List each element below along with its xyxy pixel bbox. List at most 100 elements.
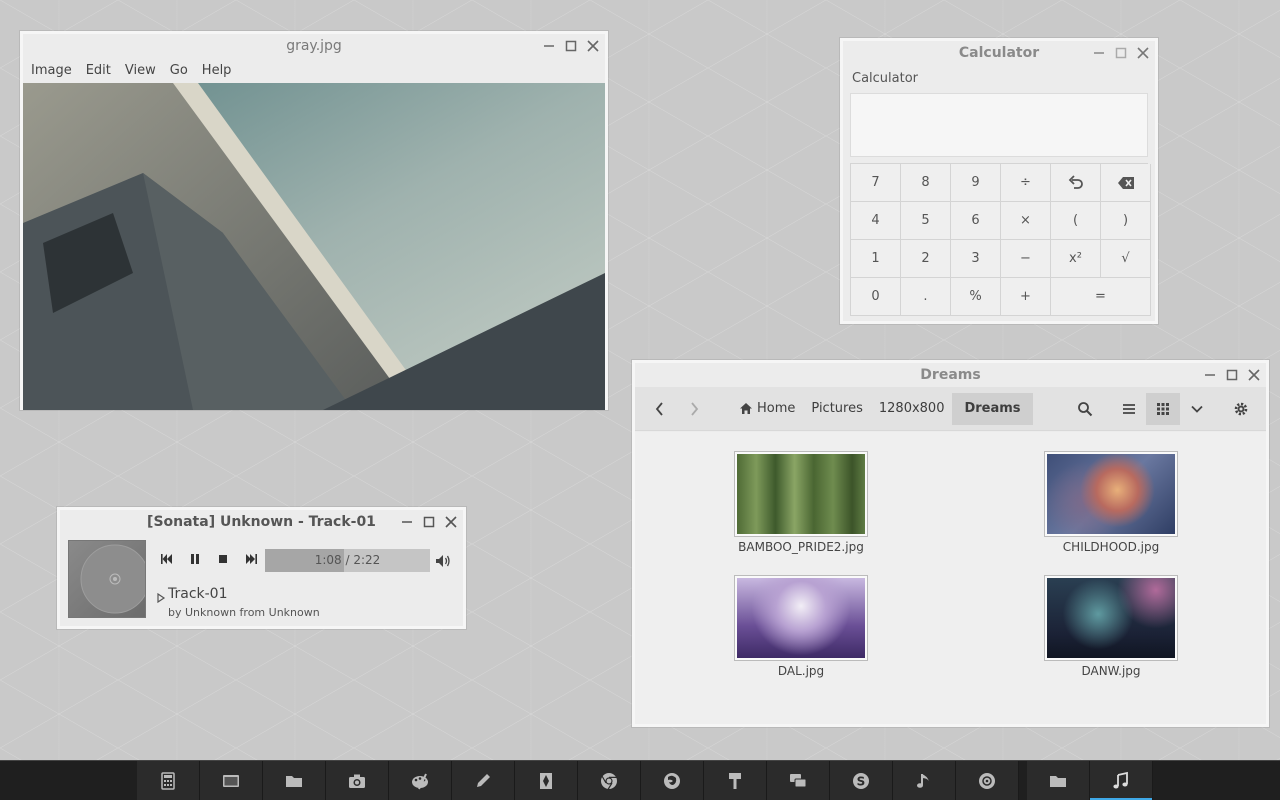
settings-button[interactable]: [1224, 393, 1258, 425]
key-7[interactable]: 7: [851, 164, 901, 202]
firefox-icon: [664, 772, 680, 789]
viewer-titlebar[interactable]: gray.jpg: [23, 34, 605, 58]
taskbar-item-pencil[interactable]: [452, 761, 515, 800]
file-thumbnail: [735, 452, 867, 536]
taskbar-item-skype[interactable]: S: [830, 761, 893, 800]
file-name: CHILDHOOD.jpg: [1062, 540, 1160, 554]
undo-button[interactable]: [1051, 164, 1101, 202]
calc-mode-label: Calculator: [852, 71, 919, 86]
track-title: Track-01: [168, 586, 228, 602]
crumb-resolution[interactable]: 1280x800: [871, 393, 953, 425]
maximize-icon[interactable]: [421, 514, 437, 530]
key-percent[interactable]: %: [951, 278, 1001, 316]
forward-button[interactable]: [677, 394, 711, 424]
key-equals[interactable]: =: [1051, 278, 1151, 316]
file-item[interactable]: BAMBOO_PRIDE2.jpg: [721, 452, 881, 554]
key-close-paren[interactable]: ): [1101, 202, 1151, 240]
taskbar-item-chat[interactable]: [767, 761, 830, 800]
minimize-icon[interactable]: [399, 514, 415, 530]
menu-view[interactable]: View: [125, 63, 156, 78]
search-button[interactable]: [1068, 393, 1102, 425]
album-cover: [68, 540, 150, 618]
taskbar-item-paint[interactable]: [389, 761, 452, 800]
expand-triangle-icon[interactable]: [156, 593, 166, 603]
minimize-icon[interactable]: [1202, 367, 1218, 383]
crumb-home[interactable]: Home: [731, 393, 803, 425]
close-icon[interactable]: [1246, 367, 1262, 383]
taskbar-item-calculator[interactable]: [137, 761, 200, 800]
paint-icon: [412, 773, 428, 789]
key-4[interactable]: 4: [851, 202, 901, 240]
taskbar-item-brush[interactable]: [704, 761, 767, 800]
taskbar-item-folder[interactable]: [1027, 761, 1090, 800]
volume-icon: [436, 555, 450, 567]
close-icon[interactable]: [443, 514, 459, 530]
pause-icon: [191, 554, 199, 564]
taskbar-item-terminal[interactable]: [200, 761, 263, 800]
file-item[interactable]: CHILDHOOD.jpg: [1031, 452, 1191, 554]
music-player-window: [Sonata] Unknown - Track-01 1:08 / 2:22 …: [57, 507, 466, 629]
viewer-title: gray.jpg: [286, 38, 342, 54]
next-track-button[interactable]: [240, 548, 262, 570]
calc-display[interactable]: [850, 93, 1148, 157]
key-8[interactable]: 8: [901, 164, 951, 202]
close-icon[interactable]: [585, 38, 601, 54]
taskbar-item-camera[interactable]: [326, 761, 389, 800]
view-options-button[interactable]: [1180, 393, 1214, 425]
close-icon[interactable]: [1135, 45, 1151, 61]
seek-bar[interactable]: 1:08 / 2:22: [265, 549, 430, 572]
file-name: DAL.jpg: [777, 664, 825, 678]
file-grid: BAMBOO_PRIDE2.jpg CHILDHOOD.jpg DAL.jpg …: [635, 432, 1266, 724]
minimize-icon[interactable]: [541, 38, 557, 54]
key-sqrt[interactable]: √: [1101, 240, 1151, 278]
key-add[interactable]: +: [1001, 278, 1051, 316]
menu-help[interactable]: Help: [202, 63, 232, 78]
key-divide[interactable]: ÷: [1001, 164, 1051, 202]
key-square[interactable]: x²: [1051, 240, 1101, 278]
calc-keypad: 7 8 9 ÷ 4 5 6 × ( ) 1 2 3 − x² √ 0 . % +…: [850, 163, 1151, 316]
files-toolbar: Home Pictures 1280x800 Dreams: [635, 387, 1266, 431]
key-0[interactable]: 0: [851, 278, 901, 316]
music-titlebar[interactable]: [Sonata] Unknown - Track-01: [60, 510, 463, 534]
list-view-button[interactable]: [1112, 393, 1146, 425]
maximize-icon[interactable]: [1224, 367, 1240, 383]
taskbar-item-disc[interactable]: [956, 761, 1019, 800]
key-9[interactable]: 9: [951, 164, 1001, 202]
key-multiply[interactable]: ×: [1001, 202, 1051, 240]
taskbar-item-ebook[interactable]: [515, 761, 578, 800]
taskbar-item-chrome[interactable]: [578, 761, 641, 800]
volume-button[interactable]: [432, 550, 454, 572]
file-item[interactable]: DANW.jpg: [1031, 576, 1191, 678]
key-subtract[interactable]: −: [1001, 240, 1051, 278]
files-titlebar[interactable]: Dreams: [635, 363, 1266, 387]
taskbar-item-files[interactable]: [263, 761, 326, 800]
key-1[interactable]: 1: [851, 240, 901, 278]
file-thumbnail: [1045, 576, 1177, 660]
key-open-paren[interactable]: (: [1051, 202, 1101, 240]
crumb-pictures[interactable]: Pictures: [803, 393, 870, 425]
stop-button[interactable]: [212, 548, 234, 570]
crumb-current[interactable]: Dreams: [952, 392, 1033, 425]
taskbar-item-music-note[interactable]: [893, 761, 956, 800]
grid-icon: [1157, 403, 1169, 415]
calc-titlebar[interactable]: Calculator: [843, 41, 1155, 65]
menu-image[interactable]: Image: [31, 63, 72, 78]
maximize-icon[interactable]: [563, 38, 579, 54]
minimize-icon[interactable]: [1091, 45, 1107, 61]
key-2[interactable]: 2: [901, 240, 951, 278]
grid-view-button[interactable]: [1146, 393, 1180, 425]
key-decimal[interactable]: .: [901, 278, 951, 316]
backspace-button[interactable]: [1101, 164, 1151, 202]
pause-button[interactable]: [184, 548, 206, 570]
previous-track-button[interactable]: [156, 548, 178, 570]
key-3[interactable]: 3: [951, 240, 1001, 278]
maximize-icon[interactable]: [1113, 45, 1129, 61]
menu-go[interactable]: Go: [170, 63, 188, 78]
taskbar-item-music-player[interactable]: [1090, 761, 1153, 800]
key-5[interactable]: 5: [901, 202, 951, 240]
file-item[interactable]: DAL.jpg: [721, 576, 881, 678]
menu-edit[interactable]: Edit: [86, 63, 111, 78]
key-6[interactable]: 6: [951, 202, 1001, 240]
taskbar-item-firefox[interactable]: [641, 761, 704, 800]
back-button[interactable]: [643, 394, 677, 424]
